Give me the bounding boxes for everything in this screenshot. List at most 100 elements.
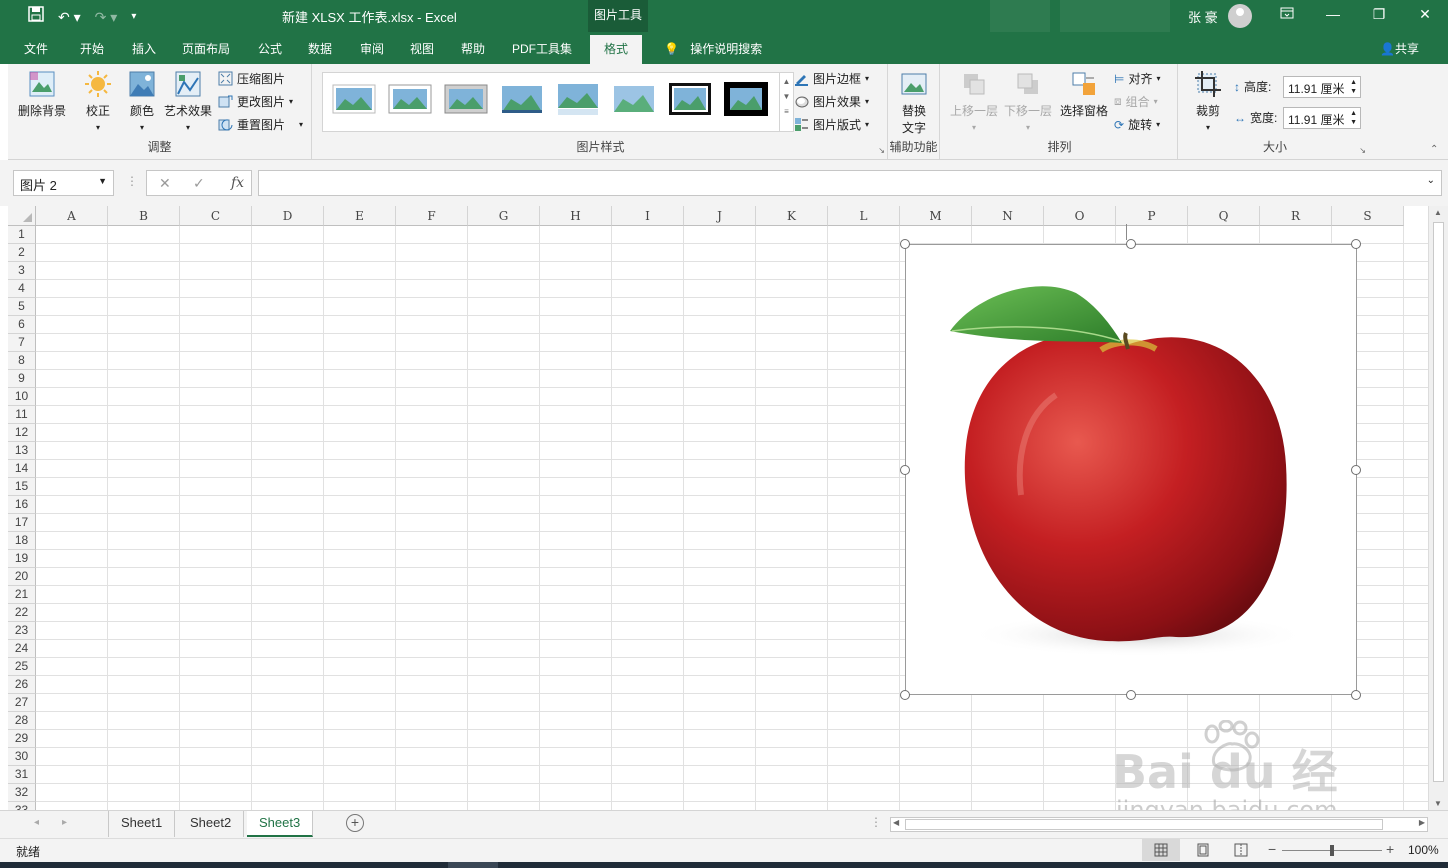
column-header[interactable]: H [540, 206, 612, 226]
color-button[interactable]: 颜色 ▾ [122, 70, 162, 133]
share-button[interactable]: 👤共享 [1380, 40, 1419, 57]
tab-view[interactable]: 视图 [410, 40, 434, 57]
tab-home[interactable]: 开始 [80, 40, 104, 57]
sheet-tab-3[interactable]: Sheet3 [247, 811, 314, 837]
column-header[interactable]: G [468, 206, 540, 226]
column-header[interactable]: D [252, 206, 324, 226]
send-backward-button[interactable]: 下移一层 ▾ [1004, 70, 1052, 133]
splitter-icon[interactable]: ⋮ [870, 815, 882, 829]
picture-layout-button[interactable]: 图片版式 ▾ [794, 116, 869, 133]
resize-handle-top-right[interactable] [1351, 239, 1361, 249]
column-header[interactable]: E [324, 206, 396, 226]
resize-handle-right[interactable] [1351, 465, 1361, 475]
style-thumb-6[interactable] [611, 81, 657, 117]
row-header[interactable]: 29 [8, 730, 36, 748]
column-header[interactable]: N [972, 206, 1044, 226]
tab-data[interactable]: 数据 [308, 40, 332, 57]
row-header[interactable]: 16 [8, 496, 36, 514]
align-button[interactable]: ⊨ 对齐 ▾ [1114, 70, 1160, 87]
row-header[interactable]: 4 [8, 280, 36, 298]
minimize-icon[interactable]: — [1318, 6, 1348, 22]
normal-view-button[interactable] [1142, 839, 1180, 861]
style-thumb-3[interactable] [443, 81, 489, 117]
undo-icon[interactable]: ↶ ▾ [58, 7, 81, 27]
collapse-ribbon-icon[interactable]: ⌃ [1430, 144, 1438, 155]
resize-handle-left[interactable] [900, 465, 910, 475]
cancel-icon[interactable]: ✕ [159, 175, 171, 192]
resize-handle-top[interactable] [1126, 239, 1136, 249]
rotate-button[interactable]: ⟳ 旋转 ▾ [1114, 116, 1160, 133]
enter-icon[interactable]: ✓ [193, 175, 205, 192]
select-all-button[interactable] [8, 206, 36, 226]
width-spinner-icon[interactable]: ▲ ▼ [1350, 109, 1357, 127]
style-thumb-1[interactable] [331, 81, 377, 117]
row-header[interactable]: 28 [8, 712, 36, 730]
insert-function-icon[interactable]: fx [231, 175, 244, 191]
add-sheet-icon[interactable]: + [346, 814, 364, 832]
group-button[interactable]: ⧈ 组合 ▾ [1114, 93, 1158, 110]
change-picture-button[interactable]: 更改图片 ▾ [218, 93, 293, 110]
tab-insert[interactable]: 插入 [132, 40, 156, 57]
resize-handle-bottom-right[interactable] [1351, 690, 1361, 700]
alt-text-button[interactable]: 替换 文字 [896, 70, 932, 136]
row-header[interactable]: 20 [8, 568, 36, 586]
row-header[interactable]: 31 [8, 766, 36, 784]
vertical-scrollbar[interactable]: ▲ ▼ [1428, 206, 1448, 810]
column-header[interactable]: Q [1188, 206, 1260, 226]
row-header[interactable]: 5 [8, 298, 36, 316]
resize-handle-top-left[interactable] [900, 239, 910, 249]
corrections-button[interactable]: 校正 ▾ [78, 70, 118, 133]
avatar[interactable] [1228, 4, 1252, 28]
scroll-up-icon[interactable]: ▲ [1434, 208, 1442, 217]
selection-pane-button[interactable]: 选择窗格 [1058, 70, 1110, 119]
row-header[interactable]: 15 [8, 478, 36, 496]
name-box-dropdown-icon[interactable]: ▼ [98, 176, 107, 186]
zoom-out-icon[interactable]: − [1268, 841, 1276, 857]
resize-handle-bottom-left[interactable] [900, 690, 910, 700]
customize-icon[interactable]: ▾ [131, 7, 136, 27]
scroll-down-icon[interactable]: ▼ [780, 92, 793, 101]
column-header[interactable]: P [1116, 206, 1188, 226]
compress-pictures-button[interactable]: 压缩图片 [218, 70, 285, 87]
column-header[interactable]: M [900, 206, 972, 226]
horizontal-scroll-thumb[interactable] [905, 819, 1383, 830]
row-header[interactable]: 24 [8, 640, 36, 658]
height-spinner-icon[interactable]: ▲ ▼ [1350, 78, 1357, 96]
column-header[interactable]: K [756, 206, 828, 226]
row-header[interactable]: 13 [8, 442, 36, 460]
zoom-in-icon[interactable]: + [1386, 841, 1394, 857]
row-header[interactable]: 1 [8, 226, 36, 244]
sheet-tab-1[interactable]: Sheet1 [108, 811, 176, 837]
zoom-level[interactable]: 100% [1408, 843, 1439, 857]
row-header[interactable]: 30 [8, 748, 36, 766]
restore-icon[interactable]: ❐ [1364, 6, 1394, 23]
column-header[interactable]: O [1044, 206, 1116, 226]
row-header[interactable]: 12 [8, 424, 36, 442]
horizontal-scrollbar[interactable]: ◀ ▶ [890, 817, 1428, 832]
user-name[interactable]: 张 豪 [1188, 7, 1218, 26]
scroll-right-icon[interactable]: ▶ [1419, 818, 1425, 827]
column-header[interactable]: C [180, 206, 252, 226]
redo-icon[interactable]: ↷ ▾ [95, 7, 118, 27]
tab-review[interactable]: 审阅 [360, 40, 384, 57]
row-header[interactable]: 3 [8, 262, 36, 280]
next-sheet-icon[interactable]: ▸ [62, 817, 67, 828]
page-break-view-button[interactable] [1234, 843, 1248, 860]
style-thumb-7[interactable] [667, 81, 713, 117]
tab-help[interactable]: 帮助 [461, 40, 485, 57]
column-header[interactable]: A [36, 206, 108, 226]
column-header[interactable]: I [612, 206, 684, 226]
artistic-effects-button[interactable]: 艺术效果 ▾ [162, 70, 214, 133]
column-header[interactable]: L [828, 206, 900, 226]
row-header[interactable]: 2 [8, 244, 36, 262]
tell-me-search[interactable]: 💡 操作说明搜索 [664, 40, 762, 57]
gallery-scrollbar[interactable]: ▲ ▼ ≡ [779, 73, 793, 131]
close-icon[interactable]: ✕ [1410, 6, 1440, 23]
name-box[interactable]: 图片 2 ▼ [13, 170, 114, 196]
style-thumb-4[interactable] [499, 81, 545, 117]
bring-forward-button[interactable]: 上移一层 ▾ [950, 70, 998, 133]
tab-page-layout[interactable]: 页面布局 [182, 40, 230, 57]
page-layout-view-button[interactable] [1196, 843, 1210, 860]
row-header[interactable]: 22 [8, 604, 36, 622]
column-header[interactable]: S [1332, 206, 1404, 226]
